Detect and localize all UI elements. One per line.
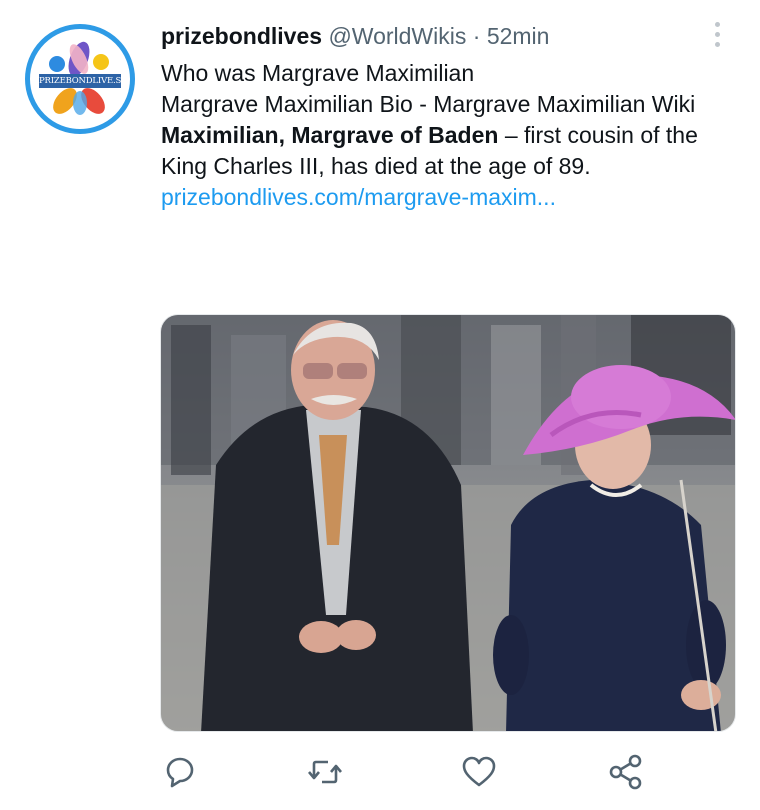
photo-illustration — [161, 315, 735, 731]
retweet-icon — [308, 760, 342, 784]
like-button[interactable] — [459, 752, 499, 792]
user-handle[interactable]: @WorldWikis — [328, 23, 466, 49]
share-button[interactable] — [606, 752, 646, 792]
tweet-link[interactable]: prizebondlives.com/margrave-maxim... — [161, 184, 556, 210]
display-name[interactable]: prizebondlives — [161, 23, 322, 49]
reply-icon — [166, 757, 194, 788]
tweet-header: prizebondlives @WorldWikis · 52min — [161, 21, 549, 51]
reply-button[interactable] — [160, 752, 200, 792]
share-icon — [609, 754, 642, 790]
avatar-logo-text: PRIZEBONDLIVE.S — [39, 74, 121, 88]
tweet-actions — [0, 752, 760, 792]
tweet-line-1: Who was Margrave Maximilian — [161, 60, 475, 86]
tweet-line-2: Margrave Maximilian Bio - Margrave Maxim… — [161, 91, 696, 117]
more-options-icon[interactable] — [708, 19, 726, 51]
avatar[interactable]: PRIZEBONDLIVE.S — [25, 24, 135, 134]
timestamp[interactable]: 52min — [487, 23, 550, 49]
tweet-bold-name: Maximilian, Margrave of Baden — [161, 122, 499, 148]
separator-dot: · — [472, 23, 481, 49]
retweet-button[interactable] — [305, 752, 345, 792]
heart-icon — [462, 756, 496, 787]
tweet-text: Who was Margrave Maximilian Margrave Max… — [161, 58, 741, 213]
tweet-photo[interactable] — [160, 314, 736, 732]
tweet-summary: Maximilian, Margrave of Baden – first co… — [161, 120, 741, 182]
